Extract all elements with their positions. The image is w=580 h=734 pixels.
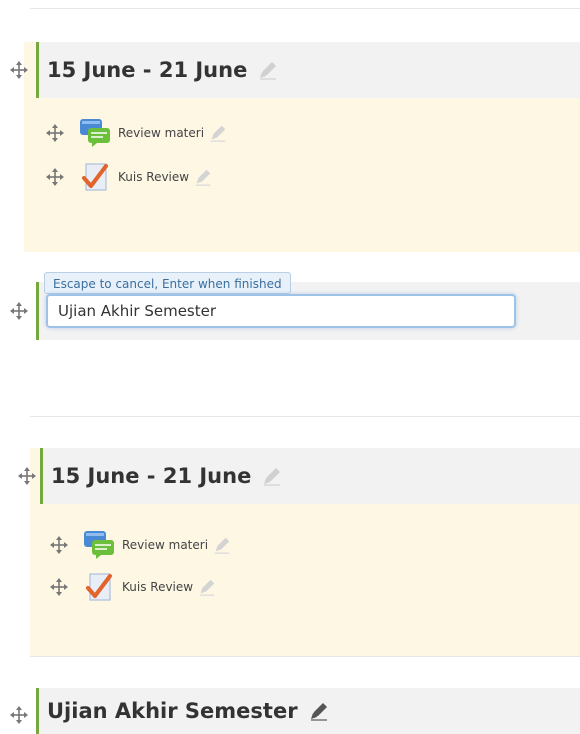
section-title[interactable]: 15 June - 21 June (51, 464, 251, 488)
pencil-icon[interactable] (197, 577, 217, 597)
move-icon[interactable] (50, 536, 68, 554)
move-icon[interactable] (10, 302, 28, 320)
section-title[interactable]: 15 June - 21 June (47, 58, 247, 82)
pencil-icon[interactable] (212, 535, 232, 555)
forum-icon (80, 119, 110, 147)
list-item[interactable]: Kuis Review (50, 572, 217, 602)
list-item[interactable]: Kuis Review (46, 162, 213, 192)
forum-icon (84, 531, 114, 559)
list-item[interactable]: Review materi (50, 530, 232, 560)
divider (30, 8, 580, 9)
pencil-icon[interactable] (257, 59, 279, 81)
quiz-icon (86, 573, 112, 601)
pencil-icon[interactable] (193, 167, 213, 187)
pencil-icon[interactable] (308, 700, 330, 722)
move-icon[interactable] (50, 578, 68, 596)
move-icon[interactable] (10, 61, 28, 79)
section-title-input[interactable] (46, 294, 516, 328)
course-page: 15 June - 21 June Review materi Kuis Rev… (0, 0, 580, 734)
section-title[interactable]: Ujian Akhir Semester (47, 699, 298, 723)
quiz-icon (82, 163, 108, 191)
activity-label[interactable]: Review materi (122, 538, 208, 552)
activity-label[interactable]: Kuis Review (118, 170, 189, 184)
pencil-icon[interactable] (261, 465, 283, 487)
section-header: Ujian Akhir Semester (36, 688, 580, 734)
section-header: 15 June - 21 June (36, 42, 580, 98)
move-icon[interactable] (46, 124, 64, 142)
activity-label[interactable]: Kuis Review (122, 580, 193, 594)
move-icon[interactable] (10, 706, 28, 724)
activity-label[interactable]: Review materi (118, 126, 204, 140)
list-item[interactable]: Review materi (46, 118, 228, 148)
edit-hint-tooltip: Escape to cancel, Enter when finished (44, 272, 291, 294)
section-header: 15 June - 21 June (40, 448, 580, 504)
divider (30, 656, 580, 657)
pencil-icon[interactable] (208, 123, 228, 143)
move-icon[interactable] (46, 168, 64, 186)
divider (30, 416, 580, 417)
move-icon[interactable] (18, 467, 36, 485)
